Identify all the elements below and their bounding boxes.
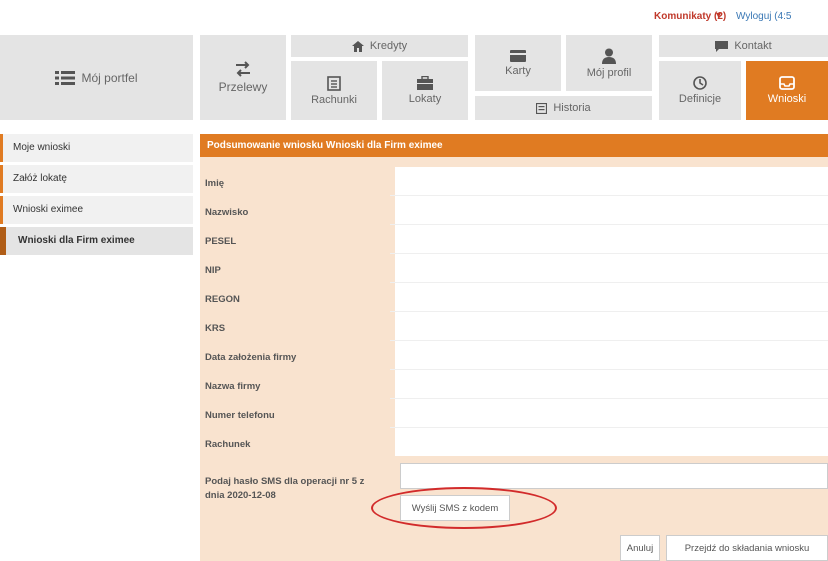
briefcase-icon <box>417 76 433 90</box>
sidebar-item-business-applications[interactable]: Wnioski dla Firm eximee <box>0 227 193 255</box>
nav-transfers[interactable]: Przelewy <box>200 35 286 120</box>
top-bar: Komunikaty (2) ▾ Wyloguj (4:5 <box>0 0 828 30</box>
application-summary-panel: Podsumowanie wniosku Wnioski dla Firm ex… <box>200 134 828 561</box>
calendar-icon <box>536 102 548 114</box>
home-icon <box>351 40 364 52</box>
highlight-circle <box>371 487 557 529</box>
clock-icon <box>693 76 707 90</box>
row-divider <box>390 369 828 370</box>
nav-transfers-label: Przelewy <box>218 80 268 94</box>
proceed-button[interactable]: Przejdź do składania wniosku <box>666 535 828 561</box>
sidebar-item-open-deposit[interactable]: Załóż lokatę <box>0 165 193 193</box>
card-icon <box>510 49 526 62</box>
logout-link[interactable]: Wyloguj (4:5 <box>736 11 792 22</box>
nav-definitions[interactable]: Definicje <box>659 61 741 120</box>
ledger-icon <box>327 75 341 91</box>
user-icon <box>602 48 616 64</box>
nav-history-label: Historia <box>553 102 591 114</box>
row-divider <box>390 253 828 254</box>
nav-applications-label: Wnioski <box>767 93 807 105</box>
sidebar: Moje wnioski Załóż lokatę Wnioski eximee… <box>0 134 193 258</box>
nav-accounts-label: Rachunki <box>311 93 357 106</box>
nav-my-portfolio-label: Mój portfel <box>81 70 138 85</box>
nav-contact[interactable]: Kontakt <box>659 35 828 57</box>
nav-contact-label: Kontakt <box>734 40 772 52</box>
panel-body: Imię Nazwisko PESEL NIP REGON KRS Data z… <box>200 157 828 561</box>
row-divider <box>390 311 828 312</box>
nav-deposits[interactable]: Lokaty <box>382 61 468 120</box>
sms-code-label: Podaj hasło SMS dla operacji nr 5 z dnia… <box>205 476 365 501</box>
panel-title: Podsumowanie wniosku Wnioski dla Firm ex… <box>200 134 828 157</box>
row-divider <box>390 340 828 341</box>
nav-applications[interactable]: Wnioski <box>746 61 828 120</box>
field-label-phone: Numer telefonu <box>205 410 275 421</box>
nav-accounts[interactable]: Rachunki <box>291 61 377 120</box>
field-label-founding-date: Data założenia firmy <box>205 352 297 363</box>
row-divider <box>390 224 828 225</box>
field-label-pesel: PESEL <box>205 236 237 247</box>
nav-my-portfolio[interactable]: Mój portfel <box>0 35 193 120</box>
nav-my-profile-label: Mój profil <box>586 66 632 79</box>
sidebar-item-my-applications[interactable]: Moje wnioski <box>0 134 193 162</box>
sms-code-input[interactable] <box>400 463 828 489</box>
transfer-arrows-icon <box>236 61 250 77</box>
field-label-account: Rachunek <box>205 439 251 450</box>
field-label-krs: KRS <box>205 323 226 334</box>
inbox-icon <box>779 76 795 90</box>
row-divider <box>390 398 828 399</box>
nav-deposits-label: Lokaty <box>408 93 442 105</box>
list-icon <box>55 70 76 85</box>
nav-history[interactable]: Historia <box>475 96 652 120</box>
field-label-first-name: Imię <box>205 178 225 189</box>
field-label-company-name: Nazwa firmy <box>205 381 261 392</box>
field-label-last-name: Nazwisko <box>205 207 249 218</box>
cancel-button[interactable]: Anuluj <box>620 535 660 561</box>
field-label-regon: REGON <box>205 294 240 305</box>
chat-icon <box>715 40 729 52</box>
main-nav: Mój portfel Przelewy Kredyty Rachunki Lo… <box>0 35 828 120</box>
nav-my-profile[interactable]: Mój profil <box>566 35 652 91</box>
nav-cards-label: Karty <box>505 64 531 77</box>
sidebar-item-eximee-applications[interactable]: Wnioski eximee <box>0 196 193 224</box>
nav-credits[interactable]: Kredyty <box>291 35 468 57</box>
row-divider <box>390 427 828 428</box>
row-divider <box>390 282 828 283</box>
chevron-down-icon[interactable]: ▾ <box>716 10 721 21</box>
nav-definitions-label: Definicje <box>678 93 722 105</box>
nav-cards[interactable]: Karty <box>475 35 561 91</box>
nav-credits-label: Kredyty <box>369 40 408 52</box>
field-label-nip: NIP <box>205 265 221 276</box>
row-divider <box>390 195 828 196</box>
